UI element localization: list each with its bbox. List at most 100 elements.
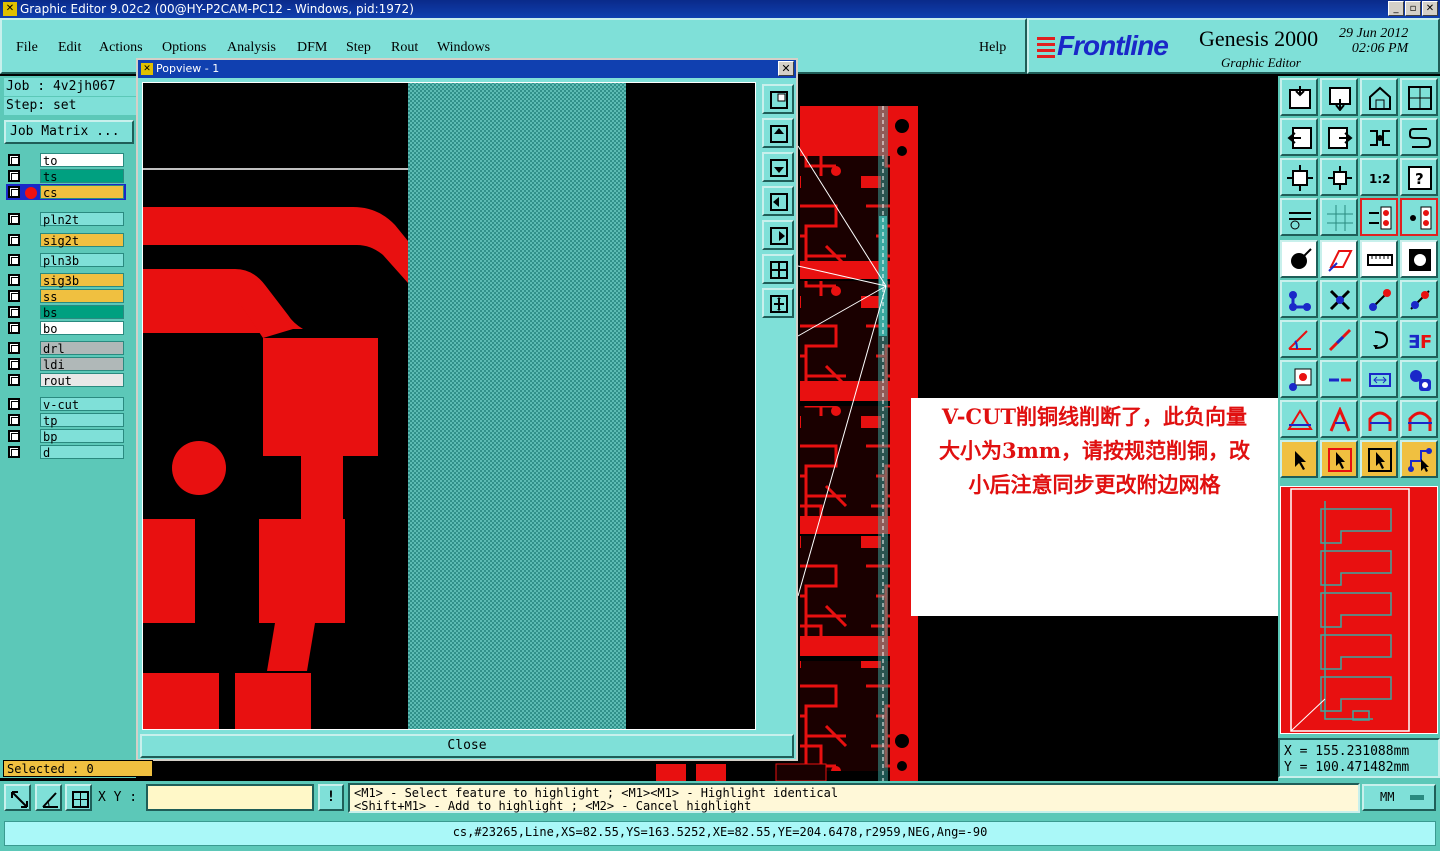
layer-checkbox[interactable] bbox=[8, 154, 20, 166]
job-matrix-button[interactable]: Job Matrix ... bbox=[4, 120, 134, 144]
menu-edit[interactable]: Edit bbox=[58, 40, 81, 56]
layer-checkbox[interactable] bbox=[8, 398, 20, 410]
snap-mode-button[interactable] bbox=[4, 784, 31, 811]
a-shape-tool-button[interactable] bbox=[1320, 400, 1358, 438]
layer-row-to[interactable]: to bbox=[6, 152, 126, 168]
close-window-button[interactable]: ✕ bbox=[1422, 1, 1438, 16]
measure-tool-button[interactable] bbox=[1280, 198, 1318, 236]
popview-canvas[interactable] bbox=[142, 82, 756, 730]
menu-options[interactable]: Options bbox=[162, 40, 206, 56]
pv-pan-left-button[interactable] bbox=[762, 186, 794, 216]
layer-row-bp[interactable]: bp bbox=[6, 428, 126, 444]
grid-mode-button[interactable] bbox=[65, 784, 92, 811]
layer-name[interactable]: to bbox=[40, 153, 124, 168]
layer-row-drl[interactable]: drl bbox=[6, 340, 126, 356]
pointer-select-button[interactable] bbox=[1360, 440, 1398, 478]
layer-checkbox[interactable] bbox=[8, 358, 20, 370]
fit-all-button[interactable] bbox=[1280, 158, 1318, 196]
layer-checkbox[interactable] bbox=[8, 414, 20, 426]
layer-checkbox[interactable] bbox=[8, 306, 20, 318]
layer-row-d[interactable]: d bbox=[6, 444, 126, 460]
layer-name[interactable]: cs bbox=[40, 185, 124, 200]
restore-button[interactable]: ▫ bbox=[1405, 1, 1421, 16]
layer-checkbox[interactable] bbox=[8, 374, 20, 386]
menu-analysis[interactable]: Analysis bbox=[227, 40, 276, 56]
layer-name[interactable]: sig2t bbox=[40, 233, 124, 248]
pv-pan-down-button[interactable] bbox=[762, 152, 794, 182]
grid-tool-button[interactable] bbox=[1320, 198, 1358, 236]
layer-checkbox[interactable] bbox=[8, 322, 20, 334]
menu-step[interactable]: Step bbox=[346, 40, 371, 56]
line-tool-button[interactable] bbox=[1320, 320, 1358, 358]
menu-rout[interactable]: Rout bbox=[391, 40, 418, 56]
layer-name[interactable]: sig3b bbox=[40, 273, 124, 288]
layer-row-sig2t[interactable]: sig2t bbox=[6, 232, 126, 248]
extend-segment-button[interactable] bbox=[1400, 280, 1438, 318]
pan-left-tool-button[interactable] bbox=[1280, 118, 1318, 156]
scale-1to2-button[interactable]: 1:2 bbox=[1360, 158, 1398, 196]
ruler-button[interactable] bbox=[1360, 240, 1398, 278]
layer-row-rout[interactable]: rout bbox=[6, 372, 126, 388]
pad-add-button[interactable] bbox=[1280, 360, 1318, 398]
panel-minimap[interactable] bbox=[1280, 486, 1438, 734]
minimize-button[interactable]: _ bbox=[1388, 1, 1404, 16]
layer-row-sig3b[interactable]: sig3b bbox=[6, 272, 126, 288]
layer-name[interactable]: v-cut bbox=[40, 397, 124, 412]
popview-close-icon[interactable]: ✕ bbox=[778, 61, 794, 76]
select-area-button[interactable] bbox=[1320, 240, 1358, 278]
layer-name[interactable]: bs bbox=[40, 305, 124, 320]
layer-row-bo[interactable]: bo bbox=[6, 320, 126, 336]
home-view-button[interactable] bbox=[1360, 78, 1398, 116]
warning-button[interactable]: ! bbox=[318, 784, 344, 811]
layer-name[interactable]: pln2t bbox=[40, 212, 124, 227]
measure-mode-button[interactable] bbox=[35, 784, 62, 811]
delete-node-button[interactable] bbox=[1320, 280, 1358, 318]
menu-file[interactable]: File bbox=[16, 40, 38, 56]
layer-checkbox[interactable] bbox=[8, 170, 20, 182]
angle-tool-button[interactable] bbox=[1280, 320, 1318, 358]
pointer-node-button[interactable] bbox=[1400, 440, 1438, 478]
layer-checkbox[interactable] bbox=[8, 213, 20, 225]
pointer-box-button[interactable] bbox=[1320, 440, 1358, 478]
layer-name[interactable]: bo bbox=[40, 321, 124, 336]
layer-name[interactable]: rout bbox=[40, 373, 124, 388]
units-select[interactable]: MM bbox=[1362, 784, 1436, 811]
zoom-home-button[interactable] bbox=[1280, 78, 1318, 116]
menu-windows[interactable]: Windows bbox=[437, 40, 490, 56]
layer-name[interactable]: d bbox=[40, 445, 124, 460]
popview-title-bar[interactable]: ✕ Popview - 1 ✕ bbox=[138, 60, 796, 78]
layer-name[interactable]: ldi bbox=[40, 357, 124, 372]
pad-tool-button[interactable] bbox=[1400, 240, 1438, 278]
layer-row-tp[interactable]: tp bbox=[6, 412, 126, 428]
layer-checkbox[interactable] bbox=[8, 430, 20, 442]
resize-feature-button[interactable] bbox=[1360, 360, 1398, 398]
mirror-view-button[interactable] bbox=[1400, 118, 1438, 156]
layer-checkbox[interactable] bbox=[8, 274, 20, 286]
pv-zoom-out-button[interactable] bbox=[762, 288, 794, 318]
menu-actions[interactable]: Actions bbox=[99, 40, 143, 56]
window-title-bar[interactable]: ✕ Graphic Editor 9.02c2 (00@HY-P2CAM-PC1… bbox=[0, 0, 1440, 18]
menu-dfm[interactable]: DFM bbox=[297, 40, 327, 56]
pv-pan-up-button[interactable] bbox=[762, 118, 794, 148]
snap-tool-button[interactable] bbox=[1360, 198, 1398, 236]
pv-zoom-in-button[interactable] bbox=[762, 254, 794, 284]
triangle-tool-button[interactable] bbox=[1280, 400, 1318, 438]
polarity-tool-button[interactable]: ∃ F bbox=[1400, 320, 1438, 358]
add-node-button[interactable] bbox=[1280, 280, 1318, 318]
pan-right-tool-button[interactable] bbox=[1320, 118, 1358, 156]
layer-name[interactable]: ts bbox=[40, 169, 124, 184]
layer-name[interactable]: ss bbox=[40, 289, 124, 304]
layer-checkbox[interactable] bbox=[8, 186, 20, 198]
layer-name[interactable]: pln3b bbox=[40, 253, 124, 268]
zoom-down-button[interactable] bbox=[1320, 78, 1358, 116]
swap-view-button[interactable] bbox=[1360, 118, 1398, 156]
snap-center-button[interactable] bbox=[1400, 198, 1438, 236]
arch-split-tool-button[interactable] bbox=[1400, 400, 1438, 438]
help-button[interactable]: ? bbox=[1400, 158, 1438, 196]
popview-close-button[interactable]: Close bbox=[140, 734, 794, 758]
layer-row-v-cut[interactable]: v-cut bbox=[6, 396, 126, 412]
layer-name[interactable]: drl bbox=[40, 341, 124, 356]
layer-row-ldi[interactable]: ldi bbox=[6, 356, 126, 372]
layer-row-pln3b[interactable]: pln3b bbox=[6, 252, 126, 268]
arch-tool-button[interactable] bbox=[1360, 400, 1398, 438]
